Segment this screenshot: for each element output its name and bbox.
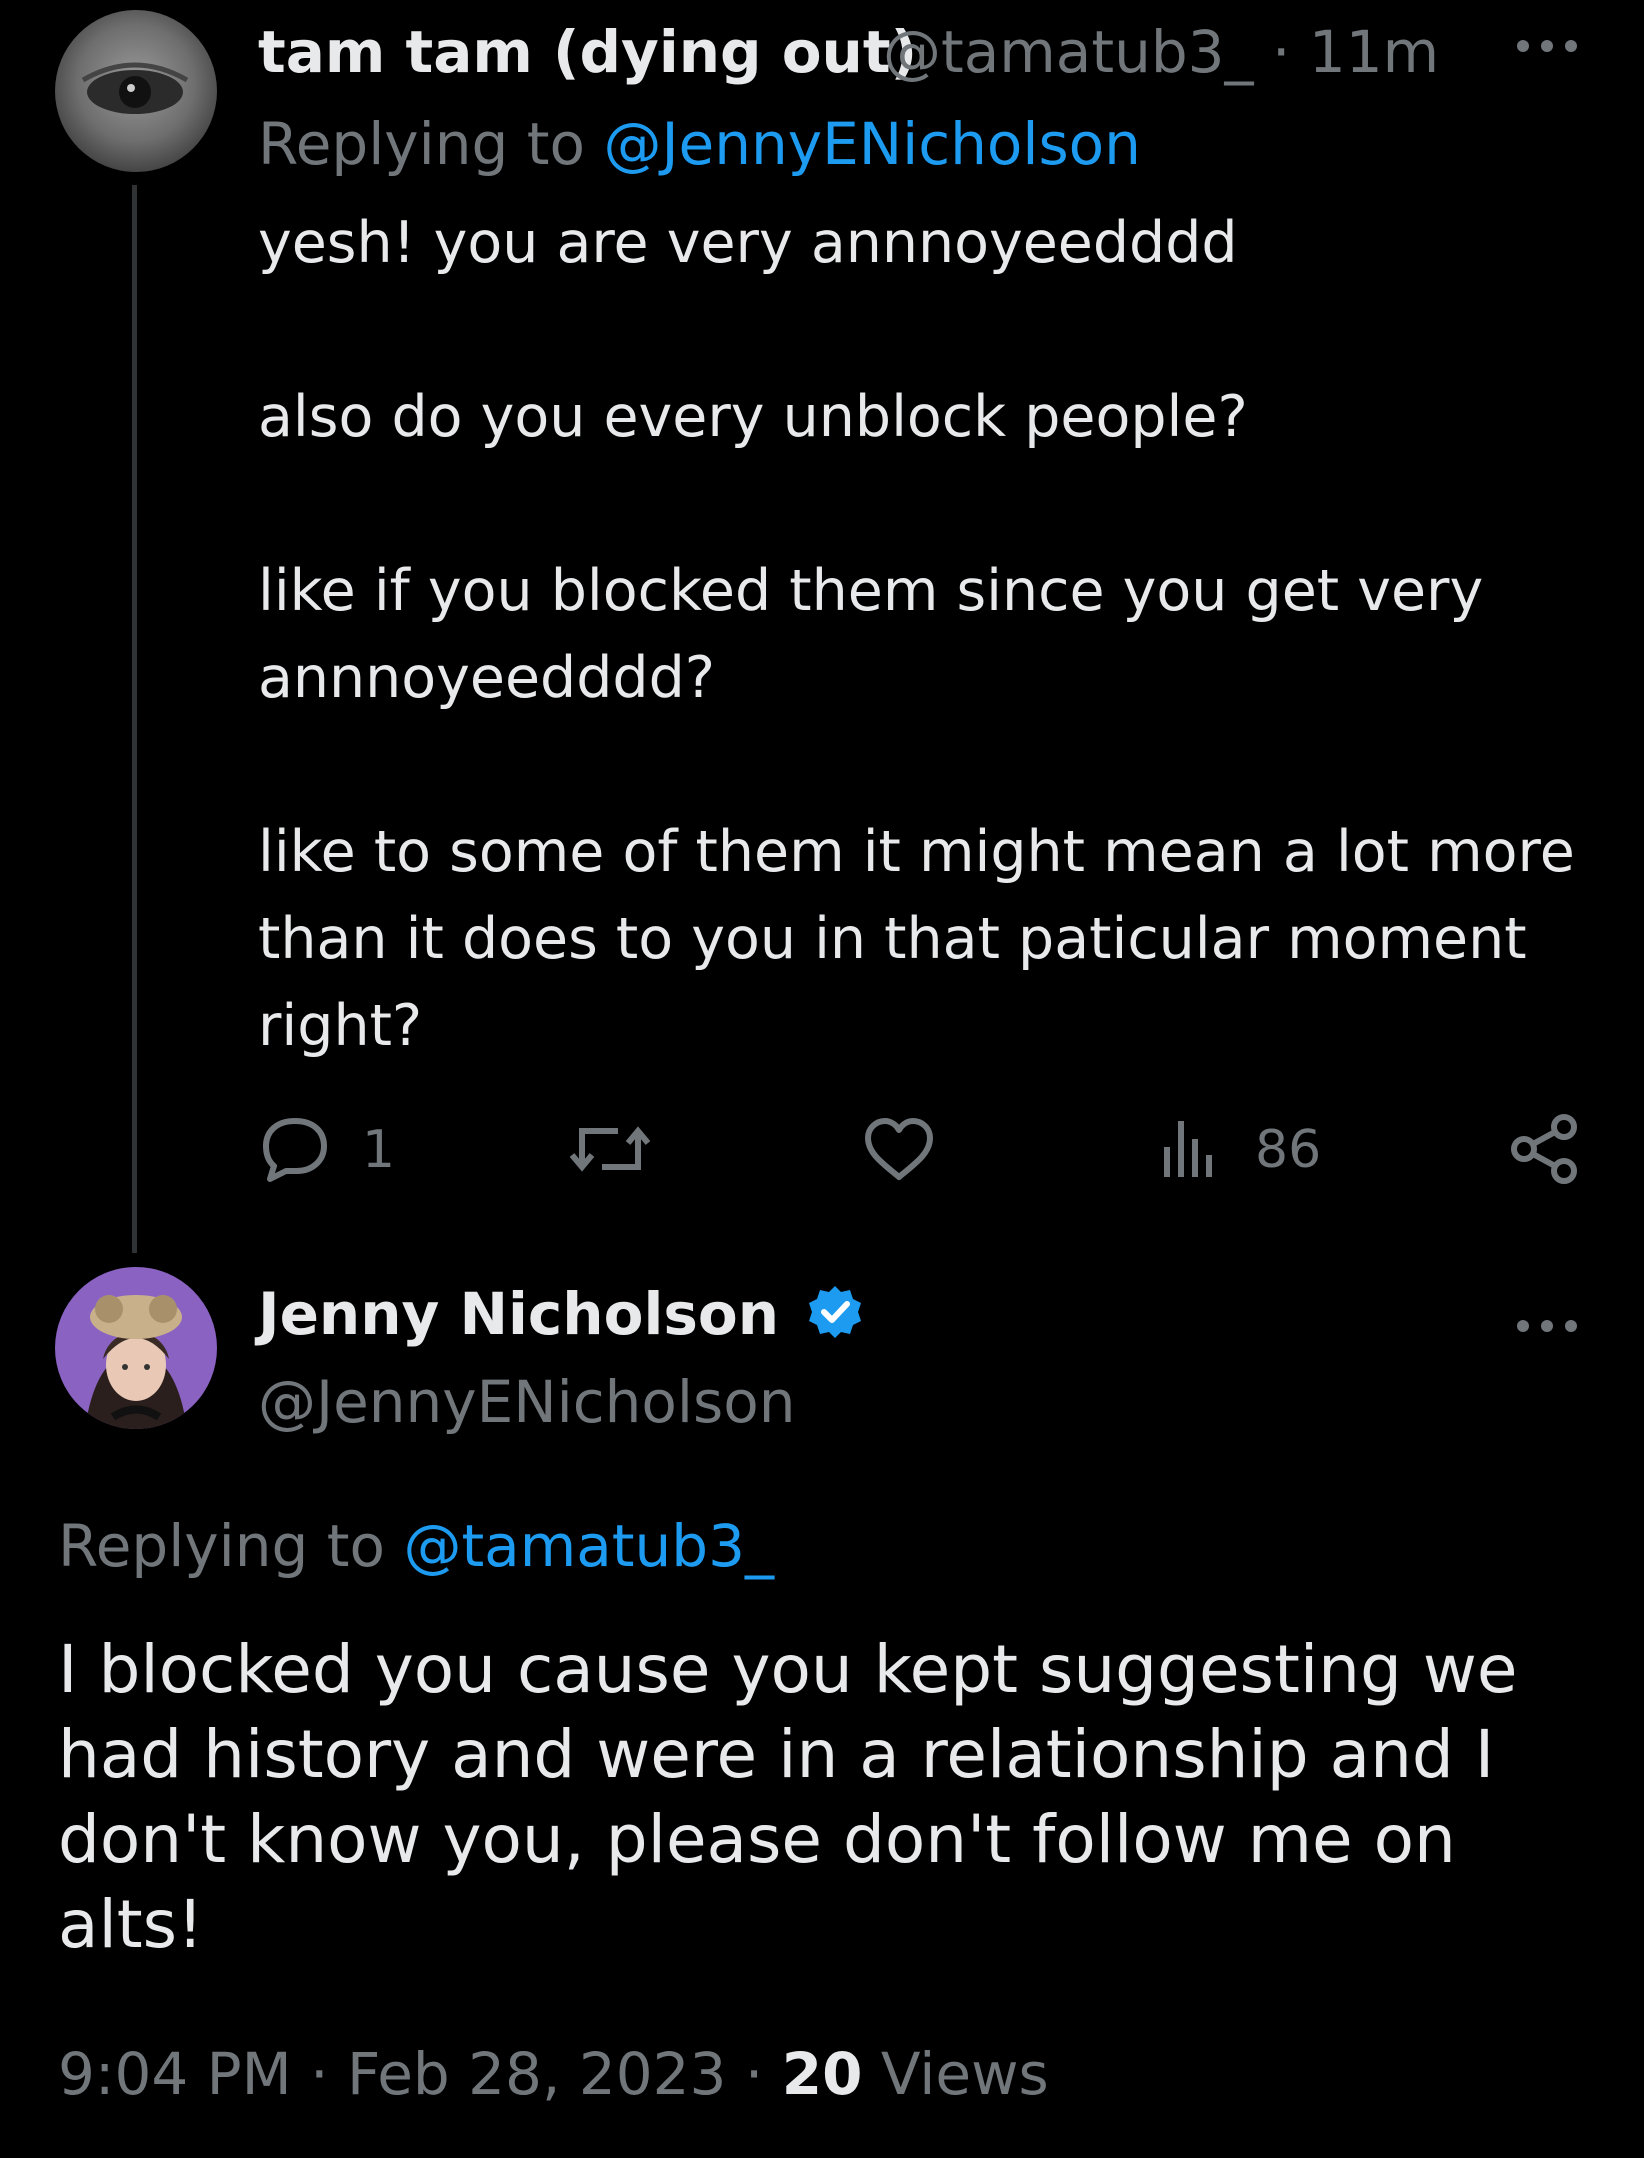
reply-time[interactable]: 11m (1309, 18, 1439, 86)
reply-count: 1 (362, 1120, 396, 1180)
reply-handle[interactable]: @tamatub3_ (883, 18, 1254, 86)
separator: · (310, 2040, 329, 2108)
replying-to-link[interactable]: @JennyENicholson (603, 110, 1141, 178)
tweet-date[interactable]: Feb 28, 2023 (347, 2040, 726, 2108)
verified-badge-icon (807, 1284, 863, 1354)
reply-display-name[interactable]: tam tam (dying out) (258, 18, 917, 86)
separator: · (744, 2040, 764, 2108)
main-display-name: Jenny Nicholson (258, 1280, 863, 1354)
replying-prefix: Replying to (258, 110, 585, 178)
reply-tweet-text: yesh! you are very annnoyeedddd also do … (258, 210, 1575, 1059)
avatar-jenny-nicholson[interactable] (55, 1267, 217, 1429)
main-handle[interactable]: @JennyENicholson (258, 1368, 796, 1436)
main-more-icon[interactable] (1515, 1300, 1579, 1346)
avatar-tamatub3[interactable] (55, 10, 217, 172)
views-count: 86 (1255, 1120, 1322, 1180)
main-replying-to: Replying to @tamatub3_ (58, 1512, 774, 1580)
tweet-meta-footer: 9:04 PM · Feb 28, 2023 · 20 Views (58, 2040, 1049, 2108)
like-icon[interactable] (862, 1117, 936, 1183)
separator: · (1271, 18, 1291, 86)
share-icon[interactable] (1510, 1113, 1580, 1185)
views-icon[interactable] (1160, 1117, 1220, 1181)
thread-connector-line (132, 185, 137, 1253)
retweet-icon[interactable] (568, 1117, 652, 1181)
reply-replying-to: Replying to @JennyENicholson (258, 110, 1141, 178)
views-count: 20 (781, 2040, 863, 2108)
views-label: Views (880, 2040, 1049, 2108)
reply-icon[interactable] (260, 1115, 330, 1183)
replying-prefix: Replying to (58, 1512, 385, 1580)
main-tweet-text: I blocked you cause you kept suggesting … (58, 1631, 1539, 1963)
tweet-time[interactable]: 9:04 PM (58, 2040, 292, 2108)
more-icon[interactable] (1515, 20, 1579, 66)
reply-handle-time: @tamatub3_ · 11m (883, 18, 1439, 86)
main-display-name-text[interactable]: Jenny Nicholson (258, 1280, 779, 1348)
replying-to-link[interactable]: @tamatub3_ (403, 1512, 774, 1580)
